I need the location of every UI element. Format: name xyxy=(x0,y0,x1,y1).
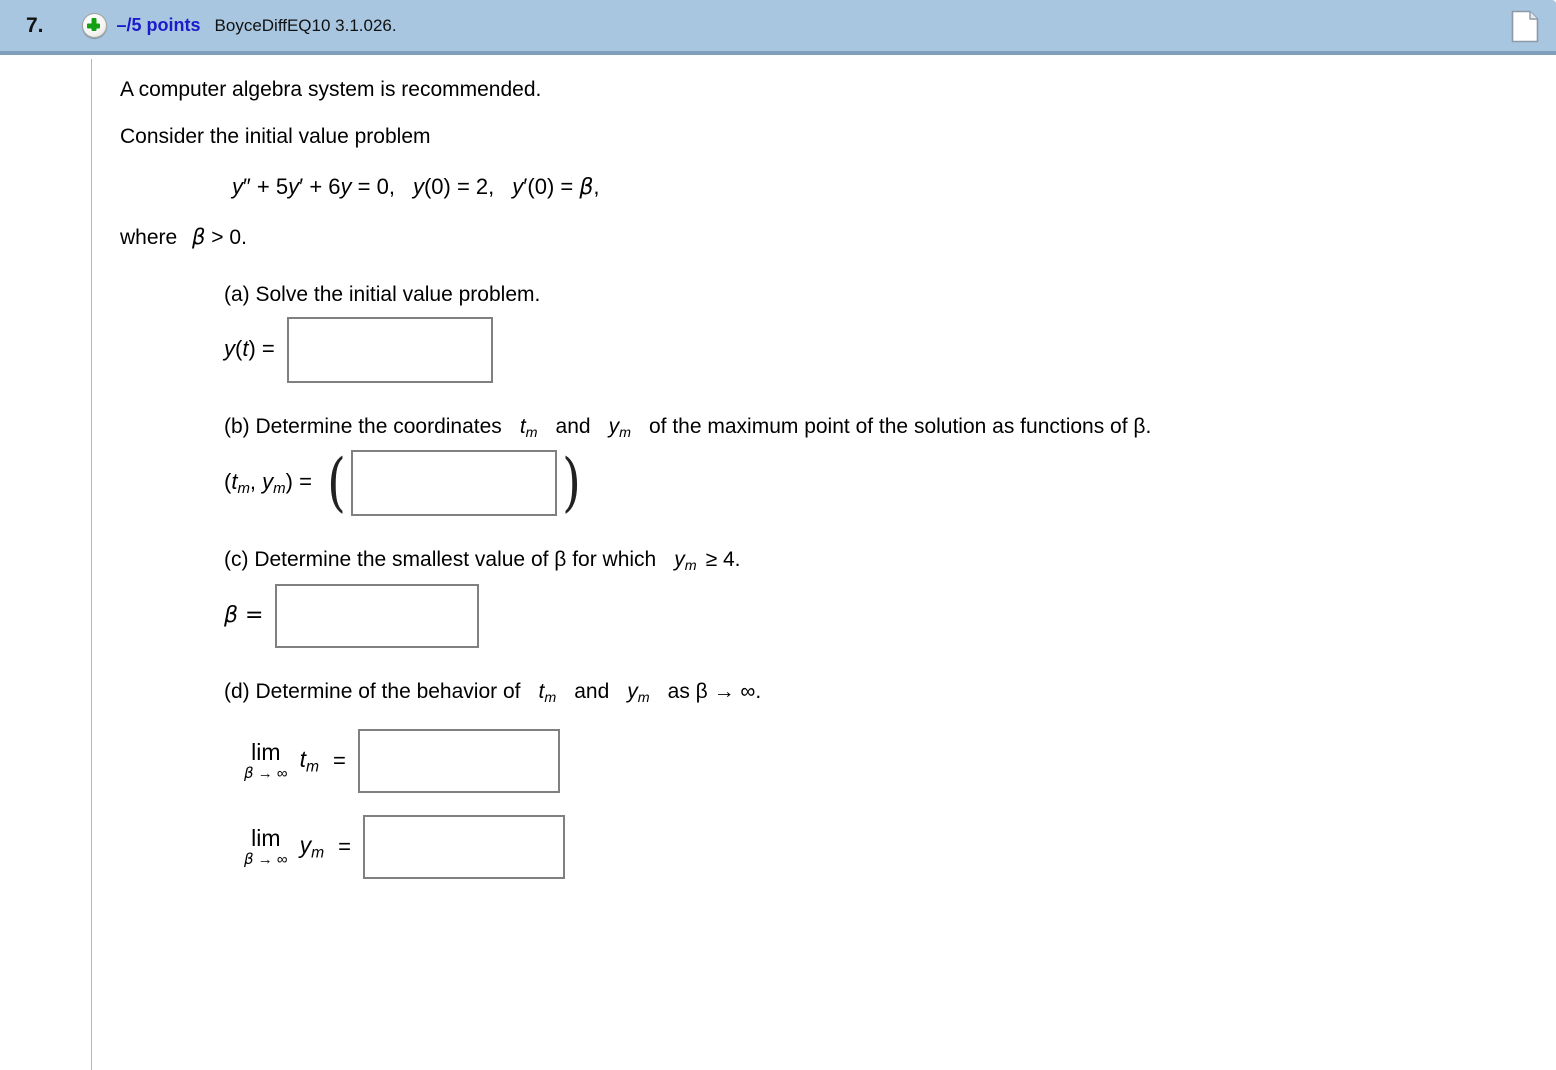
question-number: 7. xyxy=(26,13,44,37)
answer-box-d-ym[interactable] xyxy=(363,815,565,880)
question-header: 7. –/5 points BoyceDiffEQ10 3.1.026. xyxy=(0,0,1556,55)
answer-box-a[interactable] xyxy=(286,316,493,383)
part-a-answer-prefix: y(t) = xyxy=(224,336,275,362)
lim-text-tm: lim xyxy=(251,739,281,766)
answer-box-d-tm[interactable] xyxy=(357,729,560,794)
initial-value-problem-equation: y″ + 5y′ + 6y = 0, y(0) = 2, y′(0) = β, xyxy=(232,173,600,200)
limit-operator-ym: lim β → ∞ xyxy=(244,825,288,869)
document-page-icon[interactable] xyxy=(1511,10,1539,43)
part-b-label-2: and xyxy=(555,414,591,438)
plus-circle-icon[interactable] xyxy=(81,13,107,38)
answer-box-b[interactable] xyxy=(350,450,557,517)
part-d-var-tm: tm xyxy=(538,679,557,706)
points-label: –/5 points xyxy=(116,15,201,35)
part-b-var-tm: tm xyxy=(519,414,538,441)
part-a-label: (a) Solve the initial value problem. xyxy=(224,283,541,307)
part-b-label-3: of the maximum point of the solution as … xyxy=(648,414,1152,438)
part-a-answer-row: y(t) = xyxy=(224,316,1550,383)
lim-under-ym: β → ∞ xyxy=(244,850,288,869)
part-c-label-2: ≥ 4. xyxy=(705,548,741,572)
part-c-var-ym: ym xyxy=(674,548,697,575)
lim-text-ym: lim xyxy=(251,825,281,852)
part-d-var-ym: ym xyxy=(627,679,650,706)
part-c-label-1: (c) Determine the smallest value of β fo… xyxy=(224,548,657,572)
answer-box-c[interactable] xyxy=(275,583,480,648)
source-label: BoyceDiffEQ10 3.1.026. xyxy=(214,15,397,35)
part-b-label-1: (b) Determine the coordinates xyxy=(224,414,502,438)
part-d-label-3: as β → ∞. xyxy=(667,679,762,703)
limit-operator-tm: lim β → ∞ xyxy=(244,739,288,783)
part-c-answer-row: β = xyxy=(224,583,1550,648)
part-c-answer-prefix: β = xyxy=(224,602,264,628)
part-d-label-2: and xyxy=(574,679,610,703)
limit-row-tm: lim β → ∞ tm = xyxy=(244,729,1550,794)
limit-row-ym: lim β → ∞ ym = xyxy=(244,815,1550,880)
lim-under-tm: β → ∞ xyxy=(244,764,288,783)
limit-equals-ym: = xyxy=(338,834,351,860)
limit-var-ym: ym xyxy=(299,832,325,862)
question-body: A computer algebra system is recommended… xyxy=(120,59,1550,880)
part-c-label: (c) Determine the smallest value of β fo… xyxy=(224,546,1550,576)
where-condition: where β > 0. xyxy=(120,225,247,250)
limit-equals-tm: = xyxy=(333,748,346,774)
cas-note: A computer algebra system is recommended… xyxy=(120,78,542,101)
intro-text: Consider the initial value problem xyxy=(120,125,431,149)
content-divider xyxy=(91,59,92,1070)
part-b-answer-prefix: (tm, ym) = xyxy=(224,469,312,498)
part-d-label-1: (d) Determine of the behavior of xyxy=(224,679,521,703)
part-d-label: (d) Determine of the behavior of tm and ym a… xyxy=(224,678,1550,708)
part-b-var-ym: ym xyxy=(608,414,631,441)
limit-var-tm: tm xyxy=(299,746,320,776)
where-prefix: where xyxy=(120,226,178,250)
part-b-answer-row: (tm, ym) = ( ) xyxy=(224,446,581,521)
part-b-label: (b) Determine the coordinates tm and ym of t… xyxy=(224,413,1550,443)
